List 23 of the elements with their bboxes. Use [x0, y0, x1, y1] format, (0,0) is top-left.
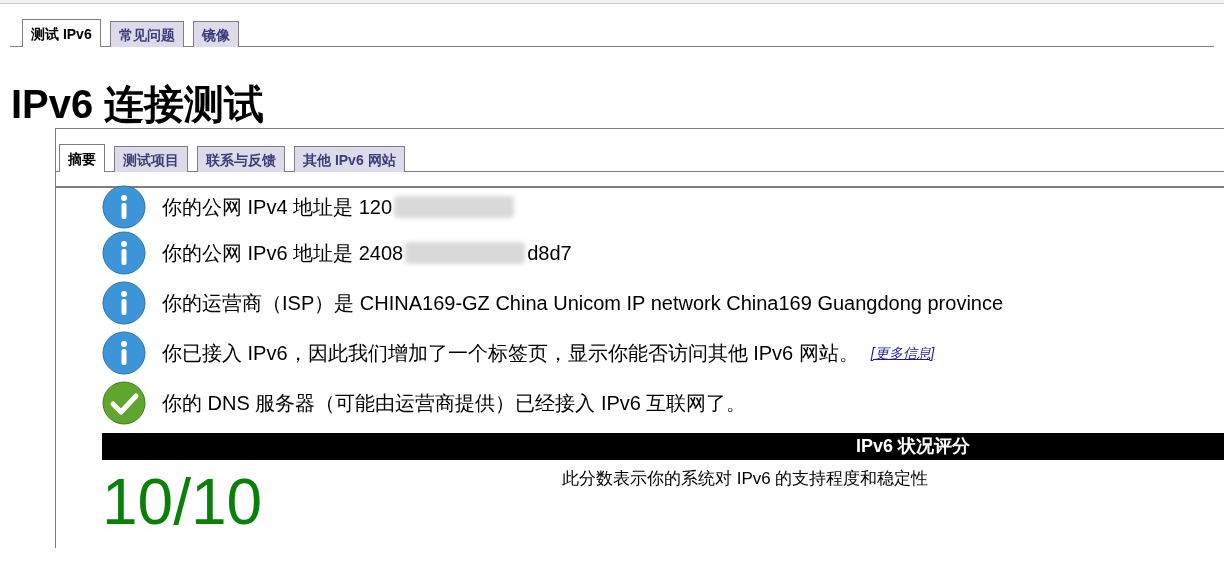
tab[interactable]: 摘要	[59, 144, 105, 172]
checkmark-icon	[102, 381, 146, 425]
tab[interactable]: 测试项目	[114, 146, 188, 172]
tab[interactable]: 其他 IPv6 网站	[294, 146, 405, 172]
tab[interactable]: 镜像	[192, 21, 239, 47]
message-text: 你的 DNS 服务器（可能由运营商提供）已经接入 IPv6 互联网了。	[162, 391, 747, 416]
tab[interactable]: 测试 IPv6	[22, 19, 101, 47]
message-text: d8d7	[527, 241, 572, 266]
message-text: 你已接入 IPv6，因此我们增加了一个标签页，显示你能否访问其他 IPv6 网站。	[162, 341, 859, 366]
message-text: 你的公网 IPv4 地址是 120	[162, 195, 393, 220]
message-text: 你的公网 IPv6 地址是 2408	[162, 241, 404, 266]
info-icon	[102, 281, 146, 325]
page-title: IPv6 连接测试	[11, 81, 266, 128]
score-value: 10/10	[102, 466, 264, 538]
score-heading: IPv6 状况评分	[856, 435, 971, 458]
message-text: 你的运营商（ISP）是 CHINA169-GZ China Unicom IP network China169 Guangdong province	[162, 291, 1004, 316]
info-icon	[102, 331, 146, 375]
score-description: 此分数表示你的系统对 IPv6 的支持程度和稳定性	[562, 468, 929, 490]
tab[interactable]: 常见问题	[109, 21, 184, 47]
info-icon	[102, 231, 146, 275]
tab[interactable]: 联系与反馈	[197, 146, 285, 172]
more-info-link[interactable]: [更多信息]	[870, 342, 935, 364]
info-icon	[102, 185, 146, 229]
